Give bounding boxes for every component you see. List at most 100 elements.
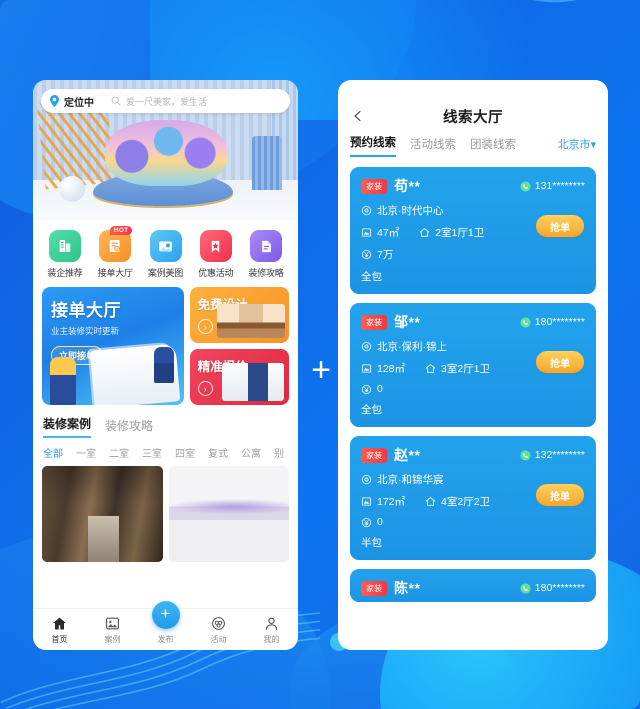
photo-icon xyxy=(149,230,182,262)
search-bar[interactable]: 定位中 爱一尺美家，爱生活 xyxy=(41,89,290,113)
money-icon xyxy=(361,384,372,394)
tabbar-item-home[interactable]: 首页 xyxy=(37,615,83,645)
leads-header: 线索大厅 xyxy=(338,80,608,126)
quick-icon-anlimeitu[interactable]: 案例美图 xyxy=(143,230,189,279)
tab-decoration-cases[interactable]: 装修案例 xyxy=(43,415,92,438)
background-stage: + 定位中 爱一尺美家，爱生活 装企推荐 HOT 接单大厅 案例美图 优惠活动 … xyxy=(0,0,640,709)
bottom-tab-bar: 首页 案例 + 发布 活动 我的 xyxy=(33,600,298,650)
case-thumbnail[interactable] xyxy=(168,466,289,562)
tab-activity-leads[interactable]: 活动线索 xyxy=(410,136,456,157)
filter-chip-apartment[interactable]: 公寓 xyxy=(241,445,261,460)
phone-icon xyxy=(520,449,531,461)
tabbar-item-activity[interactable]: 活动 xyxy=(196,615,242,645)
location-pin-icon xyxy=(50,95,59,107)
filter-chip-3room[interactable]: 三室 xyxy=(142,445,162,460)
home-icon xyxy=(37,615,83,632)
tabbar-label: 活动 xyxy=(210,634,227,644)
lead-package: 全包 xyxy=(361,271,382,283)
phone-icon xyxy=(520,316,531,328)
money-icon xyxy=(361,517,372,527)
promo-title: 接单大厅 xyxy=(51,301,121,320)
lead-layout: 4室2厅2卫 xyxy=(441,496,491,508)
case-tab-bar: 装修案例 装修攻略 xyxy=(33,413,298,438)
grab-order-button[interactable]: 抢单 xyxy=(536,215,584,237)
money-icon xyxy=(361,249,372,260)
hero-sphere xyxy=(59,176,85,202)
lead-package-row: 半包 xyxy=(361,535,585,550)
tabbar-item-publish[interactable]: + 发布 xyxy=(143,600,189,645)
filter-chip-duplex[interactable]: 复式 xyxy=(208,445,228,460)
right-phone-screen: 线索大厅 预约线索 活动线索 团装线索 北京市▾ 家装 苟** 131*****… xyxy=(338,80,608,650)
promo-person-left-art xyxy=(50,357,76,405)
filter-chip-2room[interactable]: 二室 xyxy=(109,445,129,460)
lead-card[interactable]: 家装 赵** 132******** 北京·和锦华宸 172㎡ 4室2厅2卫 0… xyxy=(350,436,596,560)
promo-person-right-art xyxy=(153,347,174,383)
case-thumbnail[interactable] xyxy=(42,466,163,562)
page-title: 线索大厅 xyxy=(443,110,503,126)
status-badge: 家装 xyxy=(361,314,387,330)
search-placeholder: 爱一尺美家，爱生活 xyxy=(126,96,208,107)
chevron-down-icon: ▾ xyxy=(590,139,596,151)
location-icon xyxy=(361,205,372,216)
lead-phone-number: 180******** xyxy=(534,316,585,328)
tab-decoration-guides[interactable]: 装修攻略 xyxy=(105,417,153,438)
promo-side-column: 免费设计 › 精准报价 › xyxy=(189,287,289,405)
grab-order-button[interactable]: 抢单 xyxy=(536,484,584,506)
filter-chip-villa[interactable]: 别 xyxy=(274,445,284,460)
user-icon xyxy=(249,615,295,632)
lead-phone: 180******** xyxy=(520,316,585,328)
grab-order-button[interactable]: 抢单 xyxy=(536,351,584,373)
lead-card-header: 家装 赵** 132******** xyxy=(361,445,585,465)
quick-icon-youhuihuodong[interactable]: 优惠活动 xyxy=(193,230,239,279)
lead-location: 北京·和锦华宸 xyxy=(377,474,444,486)
lead-name: 陈** xyxy=(394,580,421,596)
home-hero-banner[interactable]: 定位中 爱一尺美家，爱生活 xyxy=(33,80,298,220)
lead-package-row: 全包 xyxy=(361,402,585,417)
lead-area: 172㎡ xyxy=(377,496,406,508)
tabbar-item-cases[interactable]: 案例 xyxy=(90,615,136,645)
quick-icon-jiedandating[interactable]: HOT 接单大厅 xyxy=(92,226,138,279)
tabbar-label: 案例 xyxy=(104,634,121,644)
filter-chip-4room[interactable]: 四室 xyxy=(175,445,195,460)
chevron-right-icon[interactable]: › xyxy=(197,319,213,334)
lead-card-header: 家装 邹** 180******** xyxy=(361,312,585,332)
quick-icon-zhuangqituijian[interactable]: 装企推荐 xyxy=(42,230,88,279)
lead-package: 半包 xyxy=(361,537,382,549)
plus-symbol: + xyxy=(311,351,331,389)
area-icon xyxy=(361,364,372,373)
phone-icon xyxy=(520,582,531,594)
lead-location: 北京·时代中心 xyxy=(377,205,444,217)
quick-icon-label: 装修攻略 xyxy=(248,268,284,278)
tab-appointment-leads[interactable]: 预约线索 xyxy=(350,134,396,157)
quick-icon-label: 优惠活动 xyxy=(198,268,234,278)
lead-phone: 131******** xyxy=(520,180,585,192)
city-filter-label: 北京市 xyxy=(557,139,591,151)
lead-card[interactable]: 家装 陈** 180******** xyxy=(350,569,596,602)
filter-chip-1room[interactable]: 一室 xyxy=(76,445,96,460)
filter-chip-row: 全部 一室 二室 三室 四室 复式 公寓 别 xyxy=(33,438,298,466)
filter-chip-all[interactable]: 全部 xyxy=(43,445,63,460)
plus-icon[interactable]: + xyxy=(151,600,180,629)
city-filter-dropdown[interactable]: 北京市▾ xyxy=(557,136,596,157)
promo-order-hall[interactable]: 接单大厅 业主装修实时更新 立即接单 xyxy=(42,287,184,405)
activity-icon xyxy=(196,615,242,632)
promo-section: 接单大厅 业主装修实时更新 立即接单 免费设计 › 精准报价 › xyxy=(33,285,298,413)
lead-package: 全包 xyxy=(361,404,382,416)
promo-accurate-quote[interactable]: 精准报价 › xyxy=(189,349,289,405)
leads-tab-bar: 预约线索 活动线索 团装线索 北京市▾ xyxy=(338,126,608,157)
lead-budget-row: 0 xyxy=(361,516,585,528)
lead-card[interactable]: 家装 邹** 180******** 北京·保利·锦上 128㎡ 3室2厅1卫 … xyxy=(350,303,596,427)
promo-free-design[interactable]: 免费设计 › xyxy=(189,287,289,343)
status-badge: 家装 xyxy=(361,178,387,194)
bookmark-star-icon xyxy=(199,230,232,262)
chevron-right-icon[interactable]: › xyxy=(197,381,213,396)
quick-icon-zhuangxiugonglue[interactable]: 装修攻略 xyxy=(243,230,289,279)
tab-group-leads[interactable]: 团装线索 xyxy=(470,136,516,157)
hot-badge: HOT xyxy=(109,226,133,235)
lead-card-header: 家装 陈** 180******** xyxy=(361,578,585,598)
lead-card-list: 家装 苟** 131******** 北京·时代中心 47㎡ 2室1厅1卫 7万… xyxy=(338,157,608,602)
lead-phone-number: 132******** xyxy=(534,449,585,461)
lead-card[interactable]: 家装 苟** 131******** 北京·时代中心 47㎡ 2室1厅1卫 7万… xyxy=(350,167,596,294)
location-icon xyxy=(361,341,372,352)
tabbar-item-profile[interactable]: 我的 xyxy=(249,615,295,645)
